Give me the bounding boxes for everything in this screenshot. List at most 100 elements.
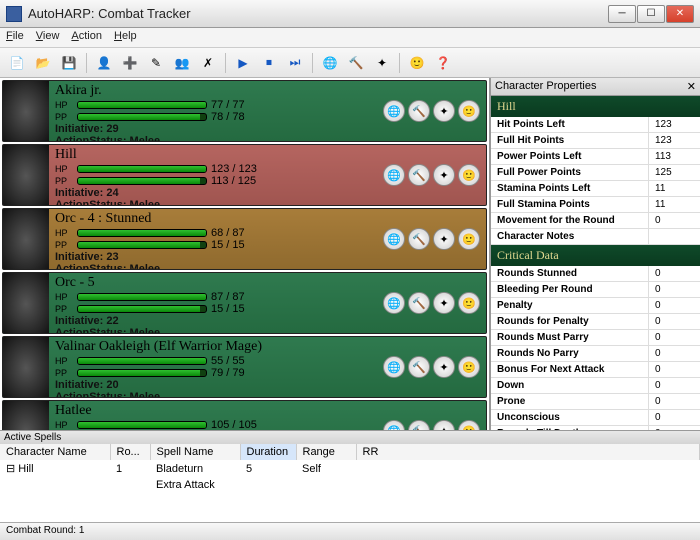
row-hammer-icon[interactable]: 🔨 — [408, 420, 430, 430]
combat-card[interactable]: Orc - 4 : StunnedHP68 / 87PP15 / 15Initi… — [2, 208, 487, 270]
prop-row[interactable]: Unconscious0 — [491, 410, 700, 426]
smile-icon[interactable]: 🙂 — [406, 52, 428, 74]
wand-icon[interactable]: ✦ — [371, 52, 393, 74]
prop-value[interactable]: 0 — [648, 394, 700, 409]
edit-icon[interactable]: ✎ — [145, 52, 167, 74]
col-character[interactable]: Character Name — [0, 444, 110, 460]
help-icon[interactable]: ❓ — [432, 52, 454, 74]
row-globe-icon[interactable]: 🌐 — [383, 164, 405, 186]
save-icon[interactable]: 💾 — [58, 52, 80, 74]
menu-help[interactable]: Help — [114, 30, 137, 45]
row-globe-icon[interactable]: 🌐 — [383, 228, 405, 250]
row-wand-icon[interactable]: ✦ — [433, 356, 455, 378]
col-spell[interactable]: Spell Name — [150, 444, 240, 460]
prop-value[interactable]: 11 — [648, 197, 700, 212]
row-wand-icon[interactable]: ✦ — [433, 420, 455, 430]
prop-row[interactable]: Rounds Stunned0 — [491, 266, 700, 282]
row-hammer-icon[interactable]: 🔨 — [408, 164, 430, 186]
row-smile-icon[interactable]: 🙂 — [458, 100, 480, 122]
add-plus-icon[interactable]: ➕ — [119, 52, 141, 74]
prop-value[interactable]: 0 — [648, 282, 700, 297]
prop-value[interactable]: 0 — [648, 314, 700, 329]
row-smile-icon[interactable]: 🙂 — [458, 420, 480, 430]
prop-value[interactable]: 123 — [648, 117, 700, 132]
row-smile-icon[interactable]: 🙂 — [458, 164, 480, 186]
row-globe-icon[interactable]: 🌐 — [383, 100, 405, 122]
spell-row[interactable]: ⊟ Hill1Bladeturn5Self — [0, 460, 700, 477]
col-rounds[interactable]: Ro... — [110, 444, 150, 460]
row-smile-icon[interactable]: 🙂 — [458, 228, 480, 250]
spells-table[interactable]: Character Name Ro... Spell Name Duration… — [0, 444, 700, 493]
combat-card[interactable]: Akira jr.HP77 / 77PP78 / 78Initiative: 2… — [2, 80, 487, 142]
group-icon[interactable]: 👥 — [171, 52, 193, 74]
prop-row[interactable]: Rounds Must Parry0 — [491, 330, 700, 346]
prop-row[interactable]: Character Notes — [491, 229, 700, 245]
row-hammer-icon[interactable]: 🔨 — [408, 228, 430, 250]
prop-value[interactable]: 0 — [648, 378, 700, 393]
row-globe-icon[interactable]: 🌐 — [383, 420, 405, 430]
prop-row[interactable]: Power Points Left113 — [491, 149, 700, 165]
minimize-button[interactable]: ─ — [608, 5, 636, 23]
globe-icon[interactable]: 🌐 — [319, 52, 341, 74]
prop-row[interactable]: Bonus For Next Attack0 — [491, 362, 700, 378]
prop-value[interactable]: 11 — [648, 181, 700, 196]
prop-value[interactable]: 123 — [648, 133, 700, 148]
col-rr[interactable]: RR — [356, 444, 700, 460]
prop-value[interactable]: 0 — [648, 362, 700, 377]
combat-card[interactable]: HatleeHP105 / 105PP🌐🔨✦🙂 — [2, 400, 487, 430]
prop-row[interactable]: Rounds No Parry0 — [491, 346, 700, 362]
combat-card[interactable]: Valinar Oakleigh (Elf Warrior Mage)HP55 … — [2, 336, 487, 398]
hammer-icon[interactable]: 🔨 — [345, 52, 367, 74]
prop-row[interactable]: Full Hit Points123 — [491, 133, 700, 149]
stop-icon[interactable]: ⏹ — [258, 52, 280, 74]
row-wand-icon[interactable]: ✦ — [433, 292, 455, 314]
prop-row[interactable]: Penalty0 — [491, 298, 700, 314]
row-hammer-icon[interactable]: 🔨 — [408, 100, 430, 122]
remove-person-icon[interactable]: ✗ — [197, 52, 219, 74]
menu-file[interactable]: File — [6, 30, 24, 45]
menu-view[interactable]: View — [36, 30, 60, 45]
prop-row[interactable]: Bleeding Per Round0 — [491, 282, 700, 298]
row-smile-icon[interactable]: 🙂 — [458, 356, 480, 378]
new-icon[interactable]: 📄 — [6, 52, 28, 74]
prop-value[interactable]: 0 — [648, 213, 700, 228]
prop-value[interactable]: 125 — [648, 165, 700, 180]
row-smile-icon[interactable]: 🙂 — [458, 292, 480, 314]
prop-row[interactable]: Movement for the Round0 — [491, 213, 700, 229]
prop-value[interactable]: 0 — [648, 346, 700, 361]
prop-row[interactable]: Rounds for Penalty0 — [491, 314, 700, 330]
prop-value[interactable] — [648, 229, 700, 244]
prop-row[interactable]: Stamina Points Left11 — [491, 181, 700, 197]
prop-value[interactable]: 0 — [648, 410, 700, 425]
close-button[interactable]: ✕ — [666, 5, 694, 23]
row-globe-icon[interactable]: 🌐 — [383, 292, 405, 314]
row-wand-icon[interactable]: ✦ — [433, 164, 455, 186]
prop-value[interactable]: 0 — [648, 330, 700, 345]
row-wand-icon[interactable]: ✦ — [433, 100, 455, 122]
combat-list[interactable]: Akira jr.HP77 / 77PP78 / 78Initiative: 2… — [0, 78, 490, 430]
prop-value[interactable]: 113 — [648, 149, 700, 164]
row-hammer-icon[interactable]: 🔨 — [408, 292, 430, 314]
prop-row[interactable]: Hit Points Left123 — [491, 117, 700, 133]
prop-row[interactable]: Full Power Points125 — [491, 165, 700, 181]
add-person-icon[interactable]: 👤 — [93, 52, 115, 74]
row-wand-icon[interactable]: ✦ — [433, 228, 455, 250]
col-range[interactable]: Range — [296, 444, 356, 460]
row-hammer-icon[interactable]: 🔨 — [408, 356, 430, 378]
prop-value[interactable]: 0 — [648, 298, 700, 313]
spell-row[interactable]: Extra Attack — [0, 477, 700, 493]
prop-value[interactable]: 0 — [648, 266, 700, 281]
row-globe-icon[interactable]: 🌐 — [383, 356, 405, 378]
prop-row[interactable]: Down0 — [491, 378, 700, 394]
combat-card[interactable]: Orc - 5HP87 / 87PP15 / 15Initiative: 22A… — [2, 272, 487, 334]
prop-row[interactable]: Prone0 — [491, 394, 700, 410]
col-duration[interactable]: Duration — [240, 444, 296, 460]
next-icon[interactable]: ⏭ — [284, 52, 306, 74]
open-icon[interactable]: 📂 — [32, 52, 54, 74]
menu-action[interactable]: Action — [71, 30, 102, 45]
combat-card[interactable]: HillHP123 / 123PP113 / 125Initiative: 24… — [2, 144, 487, 206]
play-icon[interactable]: ▶ — [232, 52, 254, 74]
prop-row[interactable]: Full Stamina Points11 — [491, 197, 700, 213]
panel-close-icon[interactable]: ✕ — [687, 80, 696, 93]
maximize-button[interactable]: ☐ — [637, 5, 665, 23]
